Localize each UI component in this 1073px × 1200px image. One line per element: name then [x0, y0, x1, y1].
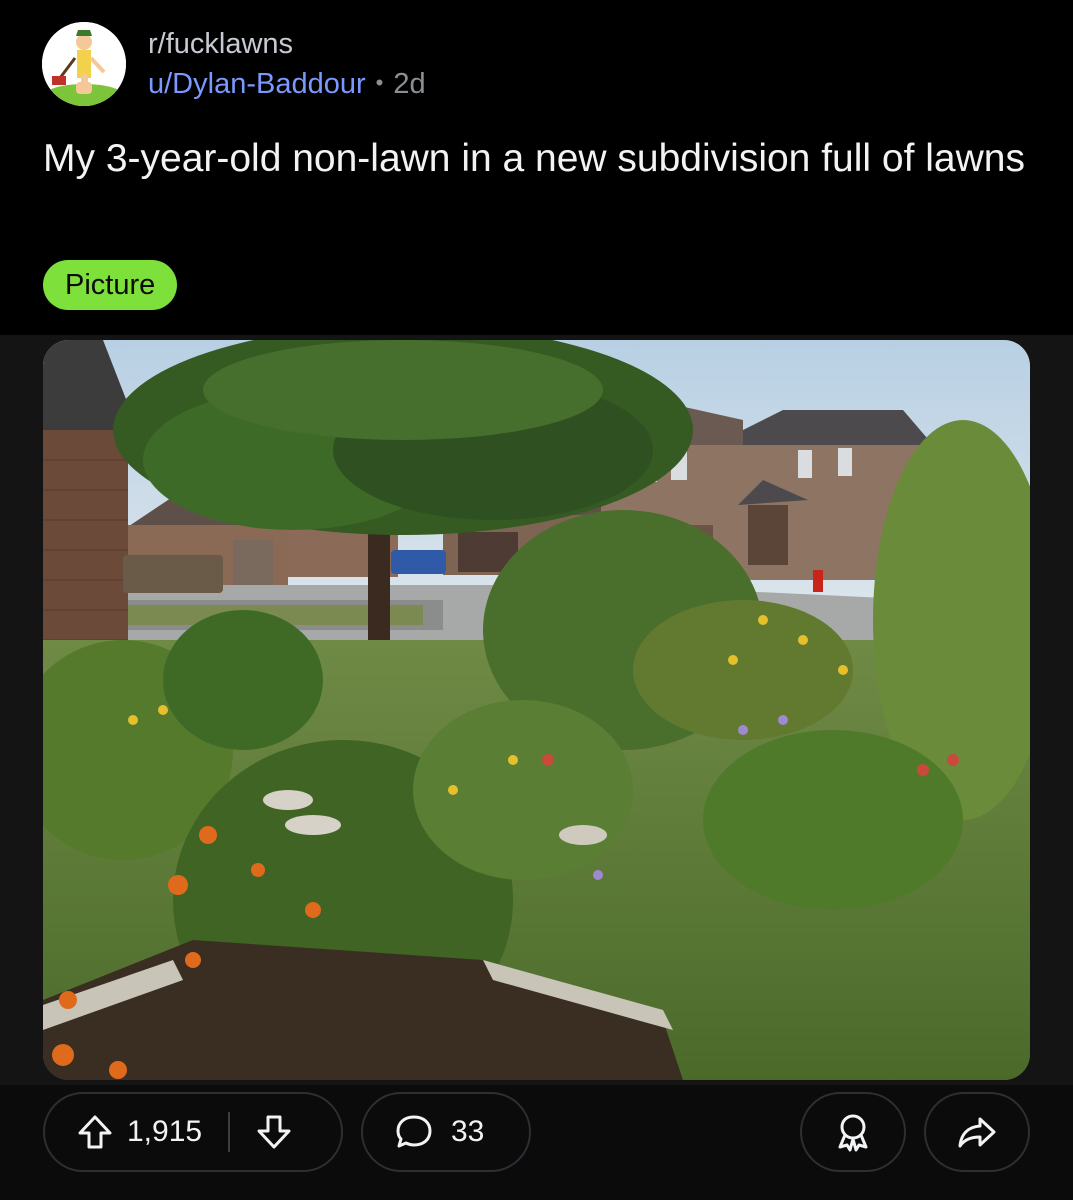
post-title[interactable]: My 3-year-old non-lawn in a new subdivis…	[43, 132, 1033, 185]
post-flair[interactable]: Picture	[43, 260, 178, 310]
vote-control: 1,915	[43, 1092, 343, 1172]
post-header: r/fucklawns u/Dylan-Baddour • 2d My 3-year…	[0, 0, 1073, 335]
share-arrow-icon	[956, 1111, 998, 1153]
post-age: 2d	[393, 68, 426, 100]
media-container	[0, 335, 1073, 1085]
arrow-up-icon[interactable]	[75, 1112, 115, 1152]
post-meta: u/Dylan-Baddour • 2d	[148, 68, 426, 101]
comments-button[interactable]: 33	[361, 1092, 531, 1172]
arrow-down-icon[interactable]	[254, 1112, 294, 1152]
upvote-count: 1,915	[127, 1115, 203, 1148]
meta-separator: •	[375, 70, 384, 95]
award-button[interactable]	[800, 1092, 906, 1172]
author-link[interactable]: u/Dylan-Baddour	[148, 68, 366, 100]
share-button[interactable]	[924, 1092, 1030, 1172]
post-image[interactable]	[43, 340, 1030, 1080]
speech-bubble-icon	[393, 1111, 435, 1153]
action-bar: 1,915 33	[0, 1085, 1073, 1200]
vote-divider	[228, 1112, 231, 1152]
award-ribbon-icon	[832, 1111, 874, 1153]
subreddit-name[interactable]: r/fucklawns	[148, 28, 293, 61]
comment-count: 33	[451, 1115, 485, 1148]
subreddit-avatar[interactable]	[42, 22, 126, 106]
